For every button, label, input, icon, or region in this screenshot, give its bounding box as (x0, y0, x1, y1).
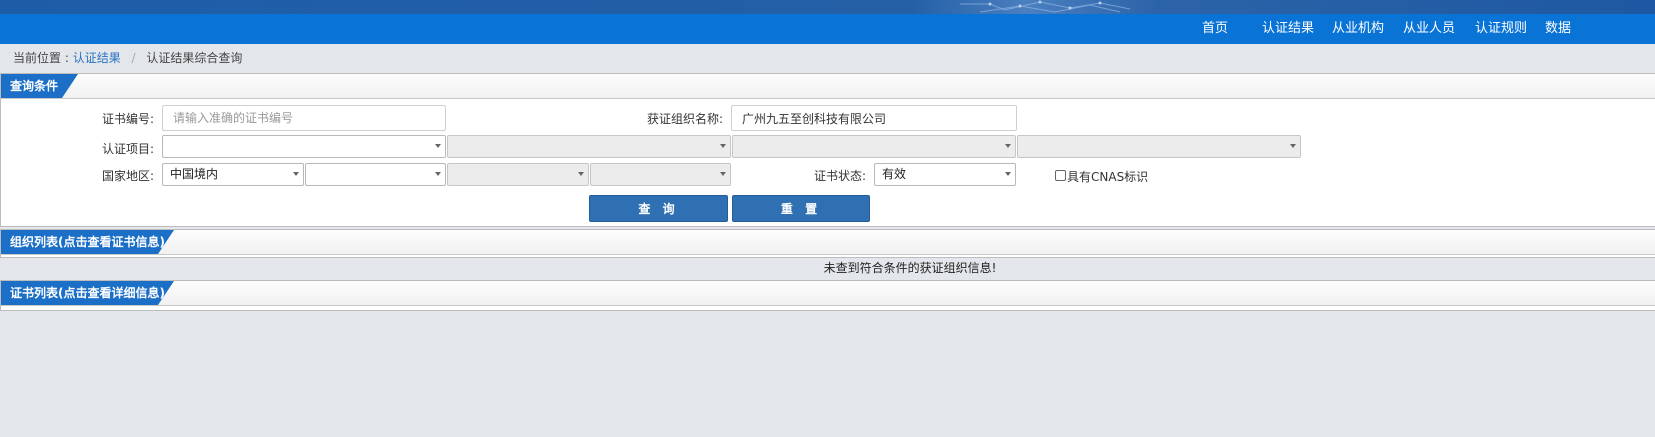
cnas-checkbox-label[interactable]: 具有CNAS标识 (1067, 168, 1148, 185)
reset-button[interactable]: 重 置 (732, 195, 870, 222)
cert-no-input[interactable] (162, 105, 446, 131)
chevron-down-icon (435, 172, 441, 176)
region-select-city (447, 163, 589, 186)
region-label: 国家地区: (101, 169, 154, 183)
project-select-1[interactable] (162, 135, 446, 158)
status-label: 证书状态: (813, 169, 866, 183)
nav-item-cert-results[interactable]: 认证结果 (1262, 14, 1314, 44)
chevron-down-icon (1005, 144, 1011, 148)
main-navbar: 首页 认证结果 从业机构 从业人员 认证规则 数据 (0, 14, 1655, 44)
chevron-down-icon (1290, 144, 1296, 148)
org-list-title: 组织列表(点击查看证书信息) (1, 230, 174, 254)
cert-list-title: 证书列表(点击查看详细信息) (1, 281, 174, 305)
status-select-value: 有效 (882, 167, 907, 181)
status-select[interactable]: 有效 (874, 163, 1016, 186)
query-panel-title: 查询条件 (1, 74, 78, 98)
org-list-panel-header: 组织列表(点击查看证书信息) (1, 230, 1655, 255)
search-button[interactable]: 查 询 (589, 195, 728, 222)
network-pattern-decoration (960, 0, 1131, 13)
org-list-panel: 组织列表(点击查看证书信息) (0, 229, 1655, 258)
region-select-province[interactable] (305, 163, 446, 186)
nav-item-personnel[interactable]: 从业人员 (1403, 14, 1455, 44)
chevron-down-icon (720, 172, 726, 176)
query-panel-header: 查询条件 (1, 74, 1655, 99)
chevron-down-icon (578, 172, 584, 176)
breadcrumb-separator: / (131, 51, 136, 65)
project-select-4 (1017, 135, 1301, 158)
org-name-input[interactable] (731, 105, 1017, 131)
cert-no-label: 证书编号: (101, 112, 154, 126)
nav-item-home[interactable]: 首页 (1202, 14, 1228, 44)
chevron-down-icon (435, 144, 441, 148)
project-select-2 (447, 135, 731, 158)
nav-item-rules[interactable]: 认证规则 (1475, 14, 1527, 44)
chevron-down-icon (720, 144, 726, 148)
nav-item-organizations[interactable]: 从业机构 (1332, 14, 1384, 44)
org-list-empty-message: 未查到符合条件的获证组织信息! (823, 261, 997, 275)
breadcrumb-current: 认证结果综合查询 (146, 51, 243, 65)
region-select-district (590, 163, 731, 186)
region-select-value: 中国境内 (170, 167, 219, 181)
project-select-3 (732, 135, 1016, 158)
cert-list-panel-header: 证书列表(点击查看详细信息) (1, 281, 1655, 306)
nav-item-data[interactable]: 数据 (1545, 14, 1571, 44)
breadcrumb: 当前位置 : 认证结果 / 认证结果综合查询 (13, 50, 242, 66)
project-label: 认证项目: (101, 142, 154, 156)
cert-list-panel: 证书列表(点击查看详细信息) (0, 280, 1655, 311)
breadcrumb-prefix: 当前位置 : (13, 51, 69, 65)
top-banner (0, 0, 1655, 14)
cnas-checkbox[interactable] (1055, 170, 1066, 181)
org-name-label: 获证组织名称: (646, 112, 723, 126)
chevron-down-icon (293, 172, 299, 176)
breadcrumb-link-cert-results[interactable]: 认证结果 (73, 51, 121, 65)
region-select-country[interactable]: 中国境内 (162, 163, 304, 186)
chevron-down-icon (1005, 172, 1011, 176)
